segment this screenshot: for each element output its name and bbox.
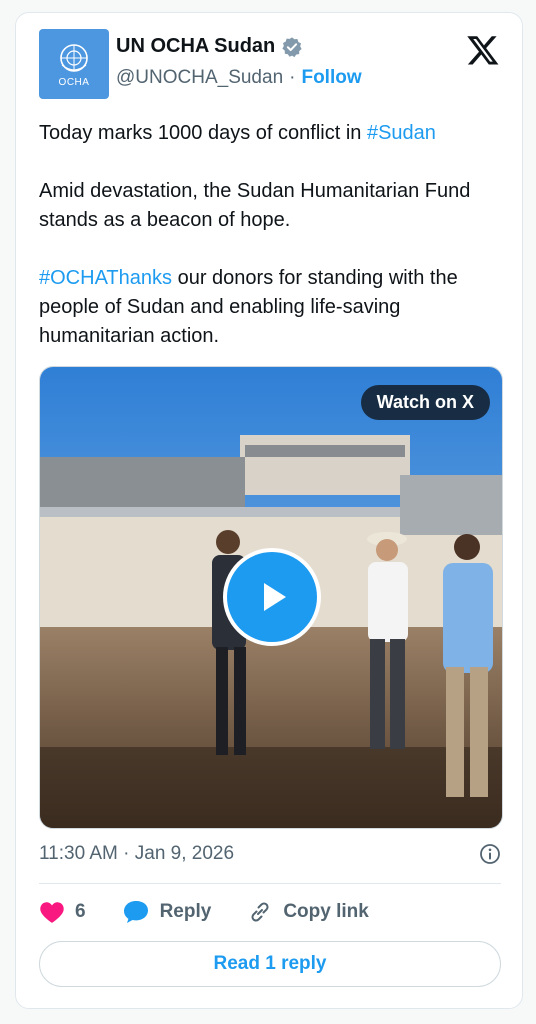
speech-bubble-icon [123,901,148,923]
timestamp[interactable]: 11:30 AM · Jan 9, 2026 [39,843,234,865]
display-name[interactable]: UN OCHA Sudan [116,35,275,58]
tweet-line1: Today marks 1000 days of conflict in [39,122,367,144]
name-row: UN OCHA Sudan [116,35,303,58]
copy-link-label: Copy link [283,901,369,922]
reply-button[interactable]: Reply [122,899,212,925]
actions-bar: 6 Reply Copy link [39,899,501,925]
watch-on-x-button[interactable]: Watch on X [360,385,490,420]
tweet-paragraph-2: Amid devastation, the Sudan Humanitarian… [39,180,476,231]
x-logo-icon[interactable] [466,33,500,67]
hashtag-ochathanks-link[interactable]: #OCHAThanks [39,267,172,289]
divider [39,883,501,884]
info-icon[interactable] [479,843,501,865]
verified-badge-icon [282,36,302,57]
un-emblem-icon [60,43,88,72]
play-icon [264,583,286,611]
read-reply-button[interactable]: Read 1 reply [39,941,501,987]
handle[interactable]: @UNOCHA_Sudan [116,67,283,89]
separator: · [289,67,296,88]
play-button[interactable] [223,548,321,646]
tweet-card: OCHA UN OCHA Sudan @UNOCHA_Sudan · Follo… [15,12,523,1009]
handle-row: @UNOCHA_Sudan · Follow [116,67,362,89]
hashtag-sudan-link[interactable]: #Sudan [367,122,436,144]
timestamp-row: 11:30 AM · Jan 9, 2026 [39,843,501,865]
follow-button[interactable]: Follow [301,67,361,89]
link-icon [251,902,269,922]
copy-link-button[interactable]: Copy link [247,899,369,925]
avatar-label: OCHA [58,76,90,88]
tweet-text: Today marks 1000 days of conflict in #Su… [39,119,499,351]
heart-icon [40,902,64,923]
like-button[interactable]: 6 [39,900,86,924]
avatar[interactable]: OCHA [39,29,109,99]
like-count: 6 [75,901,86,922]
video-media[interactable]: Watch on X [39,366,503,829]
reply-label: Reply [159,901,212,922]
